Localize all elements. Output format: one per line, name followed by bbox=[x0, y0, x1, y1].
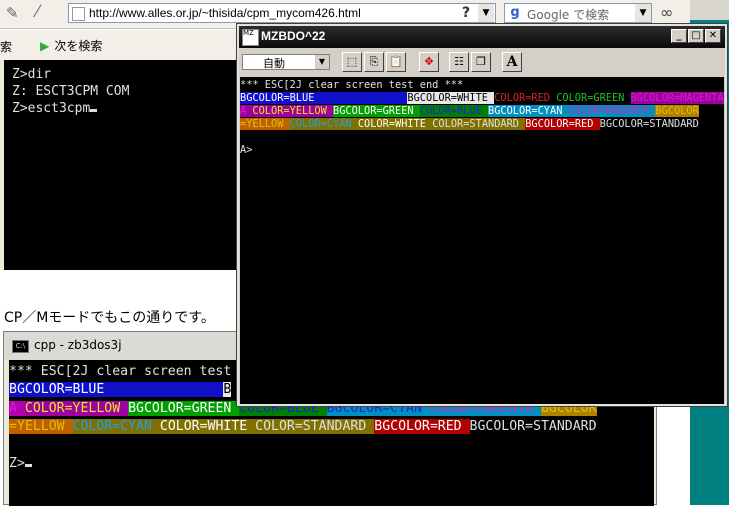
terminal-text-segment: A bbox=[240, 105, 253, 117]
paste-icon[interactable]: 📋 bbox=[386, 52, 406, 72]
terminal-text-segment: BGCOLOR=RED bbox=[374, 418, 470, 434]
binoculars-icon[interactable]: ∞ bbox=[660, 3, 684, 23]
maximize-button[interactable]: □ bbox=[688, 29, 704, 43]
chevron-down-icon: ▼ bbox=[315, 55, 329, 69]
terminal-text-segment: COLOR=YELLOW bbox=[252, 105, 333, 117]
terminal-text-segment: BGCOLOR=GREEN bbox=[128, 400, 240, 416]
terminal-text-segment: BGCOLOR=BLUE bbox=[9, 382, 113, 398]
back-icon[interactable]: ✎ bbox=[6, 4, 28, 24]
terminal-text-segment: COLOR=GREEN bbox=[556, 92, 631, 104]
terminal-text-segment: BGCOLOR=STANDARD bbox=[469, 418, 597, 434]
terminal-text-segment: A bbox=[9, 400, 25, 416]
terminal-text-segment: COLOR=MAGENTA bbox=[568, 105, 656, 117]
search-dropdown-icon[interactable]: ▼ bbox=[635, 4, 651, 22]
console-line: Z: ESCT3CPM COM bbox=[12, 84, 130, 99]
terminal-line: *** ESC[2J clear screen test end *** bbox=[240, 79, 464, 92]
terminal-text-segment: BGCOLOR=BLUE bbox=[240, 92, 321, 104]
url-text: http://www.alles.or.jp/~thisida/cpm_myco… bbox=[89, 6, 361, 20]
mode-select-value: 自動 bbox=[263, 57, 285, 70]
terminal-line: =YELLOW COLOR=CYAN COLOR=WHITE COLOR=STA… bbox=[9, 418, 597, 436]
mzbdo-window[interactable]: MZ MZBDO^22 _ □ ✕ 自動 ▼ ⬚ ⎘ 📋 ✥ ☷ ❐ A ***… bbox=[236, 23, 728, 407]
terminal-text-segment: BGCOLOR bbox=[655, 105, 699, 117]
terminal-text-segment: COLOR=CYAN bbox=[289, 118, 358, 130]
font-button[interactable]: A bbox=[502, 52, 522, 72]
terminal-line: BGCOLOR=BLUE BGCOLOR=BLACK BGCOLOR=WHITE… bbox=[240, 92, 724, 105]
cpp-window-title: cpp - zb3dos3j bbox=[34, 338, 122, 352]
terminal-text-segment: COLOR=WHITE bbox=[159, 418, 256, 434]
mode-select[interactable]: 自動 ▼ bbox=[242, 54, 330, 70]
terminal-text-segment: BGCOLOR=WHITE bbox=[407, 92, 495, 104]
find-input-fragment[interactable]: 索 bbox=[0, 38, 12, 55]
terminal-text-segment: COLOR=WHITE bbox=[357, 118, 433, 130]
page-paragraph: CP／Mモードでもこの通りです。 bbox=[4, 310, 215, 326]
play-arrow-icon: ▶ bbox=[40, 39, 50, 53]
fullscreen-icon[interactable]: ✥ bbox=[419, 52, 439, 72]
text-cursor bbox=[90, 109, 98, 112]
terminal-line: A COLOR=YELLOW BGCOLOR=GREEN COLOR=BLUE … bbox=[240, 105, 699, 118]
google-search-box[interactable]: g Google で検索 ▼ bbox=[504, 3, 652, 23]
top-console-screen: Z>dir Z: ESCT3CPM COM Z>esct3cpm bbox=[0, 60, 244, 270]
terminal-text-segment: BGCOLOR=BLACK bbox=[320, 92, 408, 104]
google-icon: g bbox=[510, 5, 520, 20]
find-next-button[interactable]: ▶ 次を検索 bbox=[40, 35, 102, 55]
terminal-text-segment: *** ESC[2J clear screen test bbox=[9, 364, 232, 379]
window-icon[interactable]: ❐ bbox=[471, 52, 491, 72]
mzbdo-toolbar: 自動 ▼ ⬚ ⎘ 📋 ✥ ☷ ❐ A bbox=[239, 48, 725, 74]
properties-icon[interactable]: ☷ bbox=[449, 52, 469, 72]
terminal-text-segment: =YELLOW bbox=[240, 118, 290, 130]
terminal-line: A> bbox=[240, 144, 253, 157]
terminal-text-segment: BGCOLOR=GREEN bbox=[333, 105, 420, 117]
terminal-text-segment: COLOR=YELLOW bbox=[24, 400, 129, 416]
mzbdo-title-bar[interactable]: MZ MZBDO^22 _ □ ✕ bbox=[239, 26, 725, 48]
terminal-text-segment: COLOR=STANDARD bbox=[255, 418, 375, 434]
terminal-text-segment: COLOR=RED bbox=[494, 92, 557, 104]
terminal-line: Z> bbox=[9, 455, 32, 473]
console-line: Z>esct3cpm bbox=[4, 100, 244, 117]
address-dropdown-icon[interactable]: ▼ bbox=[478, 4, 494, 22]
app-icon: MZ bbox=[242, 29, 259, 46]
terminal-text-segment: Z> bbox=[9, 455, 25, 471]
terminal-text-segment: BGCOLOR=MAGENTA bbox=[630, 92, 724, 104]
copy-icon[interactable]: ⎘ bbox=[364, 52, 384, 72]
google-search-input[interactable]: Google で検索 bbox=[527, 6, 609, 23]
terminal-text-segment: BGCOLOR=STANDARD bbox=[599, 118, 699, 130]
help-icon[interactable]: ? bbox=[456, 4, 476, 22]
find-bar: 索 ▶ 次を検索 bbox=[0, 30, 240, 60]
terminal-text-segment: BGCOLOR=RED bbox=[525, 118, 600, 130]
close-button[interactable]: ✕ bbox=[705, 29, 721, 43]
terminal-line: *** ESC[2J clear screen test bbox=[9, 363, 232, 381]
right-pane-strip bbox=[690, 0, 729, 20]
terminal-text-segment: COLOR=STANDARD bbox=[432, 118, 526, 130]
terminal-text-segment: B bbox=[223, 382, 232, 398]
terminal-text-segment: *** ESC[2J clear screen test end *** bbox=[240, 79, 464, 91]
terminal-text-segment: BGCOLOR=CYAN bbox=[488, 105, 569, 117]
console-line: Z>dir bbox=[12, 67, 52, 82]
terminal-text-segment: COLOR=CYAN bbox=[72, 418, 160, 434]
address-bar[interactable]: http://www.alles.or.jp/~thisida/cpm_myco… bbox=[68, 3, 496, 23]
text-cursor bbox=[24, 463, 32, 467]
terminal-line: BGCOLOR=BLUE BGCOLOR=BLACK B bbox=[9, 381, 232, 399]
terminal-text-segment: A> bbox=[240, 144, 253, 156]
terminal-text-segment: COLOR=BLUE bbox=[419, 105, 488, 117]
find-next-label: 次を検索 bbox=[54, 39, 103, 53]
terminal-line: =YELLOW COLOR=CYAN COLOR=WHITE COLOR=STA… bbox=[240, 118, 699, 131]
mzbdo-window-title: MZBDO^22 bbox=[261, 29, 326, 43]
console-icon: C:\ bbox=[12, 340, 29, 353]
terminal-text-segment: =YELLOW bbox=[9, 418, 73, 434]
page-icon bbox=[72, 7, 85, 21]
minimize-button[interactable]: _ bbox=[671, 29, 687, 43]
select-icon[interactable]: ⬚ bbox=[342, 52, 362, 72]
pen-icon[interactable]: ⁄ bbox=[36, 2, 58, 24]
mzbdo-console-screen: *** ESC[2J clear screen test end *** BGCO… bbox=[240, 77, 724, 404]
terminal-text-segment: BGCOLOR=BLACK bbox=[112, 382, 224, 398]
